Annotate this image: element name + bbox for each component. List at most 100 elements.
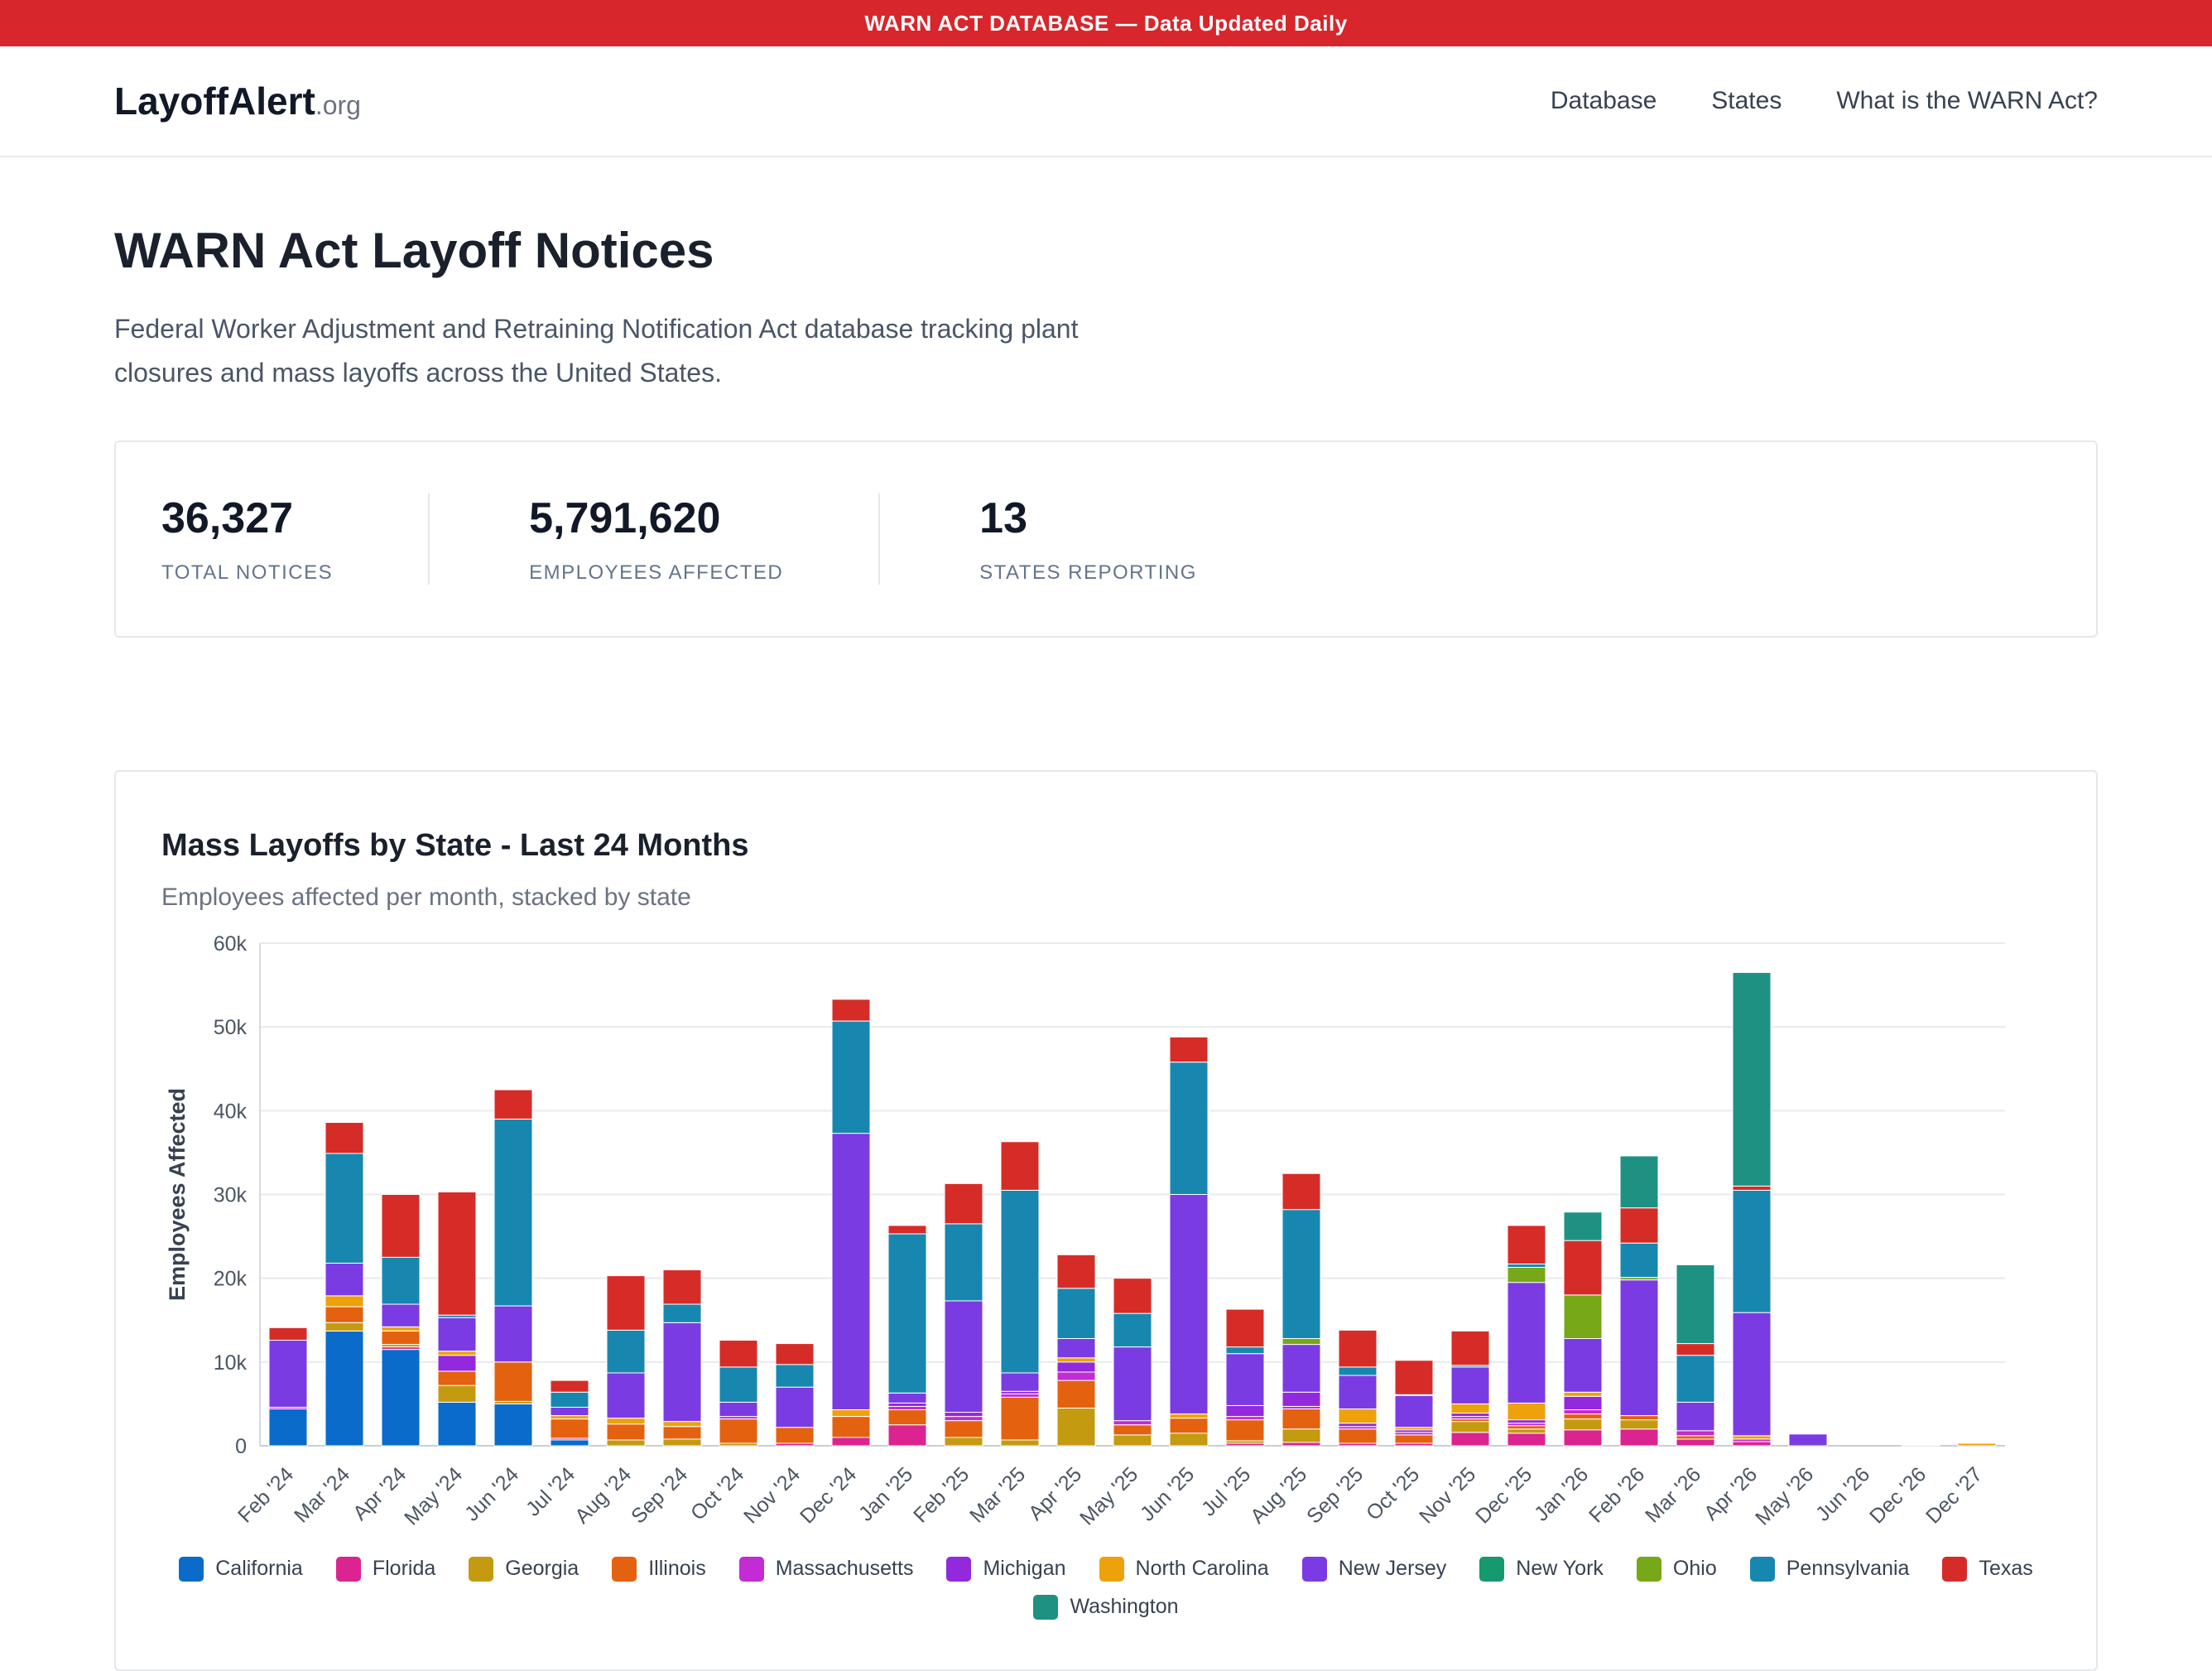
bar-segment-north-carolina[interactable] bbox=[438, 1351, 476, 1355]
bar-segment-illinois[interactable] bbox=[1620, 1415, 1658, 1419]
bar-segment-michigan[interactable] bbox=[1508, 1419, 1546, 1423]
bar-segment-texas[interactable] bbox=[1113, 1278, 1152, 1312]
bar-segment-new-jersey[interactable] bbox=[1451, 1366, 1489, 1404]
bar-segment-texas[interactable] bbox=[1508, 1226, 1546, 1264]
bar-segment-pennsylvania[interactable] bbox=[382, 1257, 420, 1304]
bar-segment-florida[interactable] bbox=[1282, 1442, 1320, 1446]
bar-segment-pennsylvania[interactable] bbox=[776, 1364, 814, 1386]
bar-segment-illinois[interactable] bbox=[1339, 1428, 1377, 1442]
bar-segment-new-jersey[interactable] bbox=[1226, 1353, 1264, 1405]
bar-segment-michigan[interactable] bbox=[1564, 1396, 1602, 1409]
bar-segment-illinois[interactable] bbox=[1001, 1397, 1039, 1440]
bar-segment-texas[interactable] bbox=[325, 1122, 363, 1153]
nav-link-states[interactable]: States bbox=[1711, 87, 1782, 115]
bar-segment-washington[interactable] bbox=[1676, 1264, 1714, 1343]
bar-segment-texas[interactable] bbox=[1451, 1331, 1489, 1365]
bar-segment-florida[interactable] bbox=[888, 1424, 926, 1445]
bar-segment-michigan[interactable] bbox=[1282, 1392, 1320, 1406]
bar-segment-illinois[interactable] bbox=[494, 1361, 532, 1401]
legend-item-new-york[interactable]: New York bbox=[1479, 1557, 1604, 1582]
bar-segment-florida[interactable] bbox=[1676, 1439, 1714, 1446]
nav-link-what-is-the-warn-act-[interactable]: What is the WARN Act? bbox=[1836, 87, 2098, 115]
bar-segment-texas[interactable] bbox=[551, 1380, 589, 1392]
bar-segment-washington[interactable] bbox=[1564, 1211, 1602, 1240]
bar-segment-georgia[interactable] bbox=[1564, 1418, 1602, 1429]
bar-segment-florida[interactable] bbox=[1451, 1432, 1489, 1445]
bar-segment-texas[interactable] bbox=[1620, 1207, 1658, 1242]
bar-segment-north-carolina[interactable] bbox=[1451, 1404, 1489, 1413]
bar-segment-new-jersey[interactable] bbox=[1508, 1282, 1546, 1403]
bar-segment-texas[interactable] bbox=[832, 999, 870, 1020]
nav-link-database[interactable]: Database bbox=[1551, 87, 1657, 115]
bar-segment-illinois[interactable] bbox=[832, 1416, 870, 1437]
bar-segment-pennsylvania[interactable] bbox=[888, 1234, 926, 1393]
bar-segment-massachusetts[interactable] bbox=[888, 1406, 926, 1409]
bar-segment-new-jersey[interactable] bbox=[1001, 1373, 1039, 1391]
bar-segment-north-carolina[interactable] bbox=[607, 1418, 645, 1423]
bar-segment-michigan[interactable] bbox=[888, 1403, 926, 1406]
bar-segment-illinois[interactable] bbox=[1113, 1424, 1152, 1434]
bar-segment-massachusetts[interactable] bbox=[1057, 1372, 1095, 1380]
bar-segment-pennsylvania[interactable] bbox=[1508, 1264, 1546, 1267]
bar-segment-georgia[interactable] bbox=[1508, 1428, 1546, 1433]
bar-segment-illinois[interactable] bbox=[1226, 1419, 1264, 1440]
bar-segment-illinois[interactable] bbox=[1564, 1413, 1602, 1418]
bar-segment-texas[interactable] bbox=[382, 1194, 420, 1257]
bar-segment-illinois[interactable] bbox=[1676, 1435, 1714, 1438]
legend-item-washington[interactable]: Washington bbox=[1033, 1595, 1178, 1620]
bar-segment-north-carolina[interactable] bbox=[382, 1327, 420, 1331]
bar-segment-georgia[interactable] bbox=[1282, 1428, 1320, 1442]
bar-segment-washington[interactable] bbox=[1620, 1156, 1658, 1208]
bar-segment-new-jersey[interactable] bbox=[1282, 1344, 1320, 1392]
bar-segment-georgia[interactable] bbox=[607, 1440, 645, 1446]
legend-item-michigan[interactable]: Michigan bbox=[946, 1557, 1065, 1582]
bar-segment-pennsylvania[interactable] bbox=[1001, 1190, 1039, 1373]
bar-segment-california[interactable] bbox=[438, 1402, 476, 1446]
bar-segment-georgia[interactable] bbox=[325, 1322, 363, 1331]
bar-segment-california[interactable] bbox=[551, 1440, 589, 1446]
bar-segment-michigan[interactable] bbox=[438, 1355, 476, 1370]
bar-segment-pennsylvania[interactable] bbox=[1057, 1288, 1095, 1338]
site-logo[interactable]: LayoffAlert.org bbox=[114, 79, 361, 123]
bar-segment-new-jersey[interactable] bbox=[607, 1373, 645, 1418]
bar-segment-massachusetts[interactable] bbox=[1001, 1394, 1039, 1397]
bar-segment-texas[interactable] bbox=[663, 1269, 701, 1303]
bar-segment-georgia[interactable] bbox=[945, 1437, 983, 1445]
bar-segment-new-jersey[interactable] bbox=[1057, 1338, 1095, 1357]
bar-segment-ohio[interactable] bbox=[1508, 1267, 1546, 1282]
bar-segment-georgia[interactable] bbox=[1113, 1434, 1152, 1445]
bar-segment-illinois[interactable] bbox=[776, 1427, 814, 1442]
bar-segment-massachusetts[interactable] bbox=[945, 1416, 983, 1420]
bar-segment-new-jersey[interactable] bbox=[1733, 1312, 1771, 1436]
bar-segment-washington[interactable] bbox=[1733, 972, 1771, 1186]
bar-segment-massachusetts[interactable] bbox=[1676, 1430, 1714, 1435]
bar-segment-massachusetts[interactable] bbox=[1226, 1416, 1264, 1419]
legend-item-massachusetts[interactable]: Massachusetts bbox=[739, 1557, 914, 1582]
bar-segment-north-carolina[interactable] bbox=[1564, 1392, 1602, 1396]
bar-segment-florida[interactable] bbox=[1620, 1428, 1658, 1445]
bar-segment-pennsylvania[interactable] bbox=[1620, 1243, 1658, 1277]
bar-segment-new-jersey[interactable] bbox=[888, 1393, 926, 1403]
bar-segment-illinois[interactable] bbox=[888, 1409, 926, 1424]
bar-segment-illinois[interactable] bbox=[607, 1423, 645, 1439]
bar-segment-north-carolina[interactable] bbox=[1958, 1443, 1996, 1446]
bar-segment-north-carolina[interactable] bbox=[1508, 1403, 1546, 1419]
bar-segment-new-jersey[interactable] bbox=[832, 1133, 870, 1409]
bar-segment-illinois[interactable] bbox=[551, 1418, 589, 1437]
legend-item-illinois[interactable]: Illinois bbox=[612, 1557, 705, 1582]
bar-segment-new-jersey[interactable] bbox=[663, 1322, 701, 1421]
bar-segment-georgia[interactable] bbox=[1001, 1440, 1039, 1446]
legend-item-georgia[interactable]: Georgia bbox=[469, 1557, 579, 1582]
bar-segment-california[interactable] bbox=[325, 1331, 363, 1446]
bar-segment-new-jersey[interactable] bbox=[776, 1387, 814, 1428]
bar-segment-georgia[interactable] bbox=[1620, 1419, 1658, 1428]
bar-segment-north-carolina[interactable] bbox=[1902, 1445, 1940, 1446]
bar-segment-texas[interactable] bbox=[719, 1340, 757, 1366]
bar-segment-illinois[interactable] bbox=[663, 1426, 701, 1438]
bar-segment-illinois[interactable] bbox=[945, 1420, 983, 1437]
bar-segment-massachusetts[interactable] bbox=[1564, 1409, 1602, 1413]
bar-segment-pennsylvania[interactable] bbox=[1282, 1209, 1320, 1338]
bar-segment-pennsylvania[interactable] bbox=[551, 1392, 589, 1407]
legend-item-pennsylvania[interactable]: Pennsylvania bbox=[1750, 1557, 1910, 1582]
bar-segment-illinois[interactable] bbox=[1282, 1409, 1320, 1428]
